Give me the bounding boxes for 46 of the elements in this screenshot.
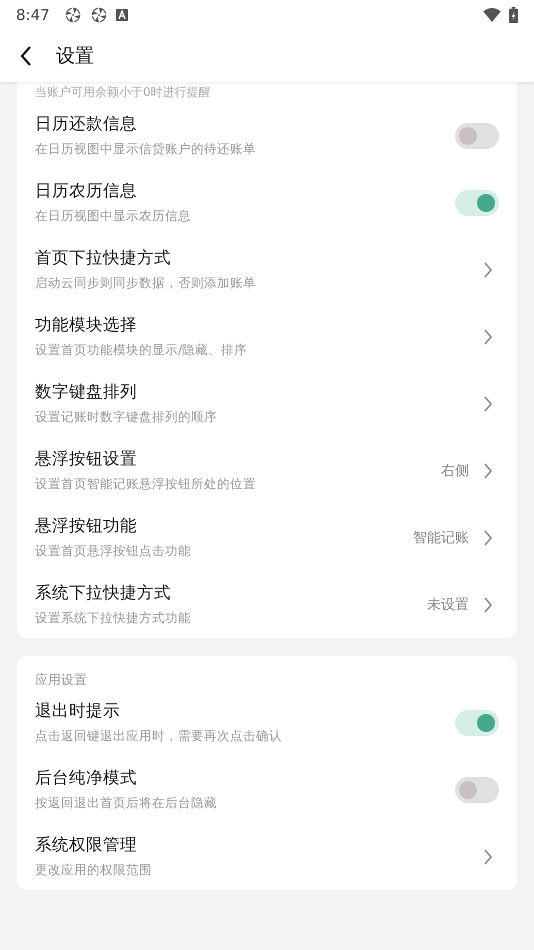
wifi-icon [483, 8, 501, 22]
setting-subtitle: 设置首页功能模块的显示/隐藏、排序 [35, 342, 248, 359]
toggle-switch[interactable] [455, 190, 499, 216]
setting-subtitle: 点击返回键退出应用时，需要再次点击确认 [35, 728, 283, 745]
setting-subtitle: 在日历视图中显示农历信息 [35, 208, 192, 225]
chevron-right-icon[interactable] [483, 596, 493, 614]
back-icon[interactable] [20, 45, 32, 67]
status-time: 8:47 [16, 6, 50, 24]
setting-subtitle: 启动云同步则同步数据，否则添加账单 [35, 275, 257, 292]
section-heading: 应用设置 [35, 673, 87, 688]
setting-subtitle: 设置首页智能记账悬浮按钮所处的位置 [35, 476, 257, 493]
setting-subtitle: 设置记账时数字键盘排列的顺序 [35, 409, 218, 426]
page-title: 设置 [56, 44, 94, 69]
setting-title: 系统下拉快捷方式 [35, 582, 172, 604]
chevron-right-icon[interactable] [483, 394, 493, 412]
setting-title: 退出时提示 [35, 700, 121, 722]
setting-title: 悬浮按钮设置 [35, 448, 138, 470]
setting-subtitle: 在日历视图中显示信贷账户的待还账单 [35, 141, 257, 158]
toggle-switch[interactable] [455, 776, 499, 802]
setting-title: 首页下拉快捷方式 [35, 247, 172, 269]
setting-title: 悬浮按钮功能 [35, 515, 138, 537]
keyboard-icon [116, 9, 128, 21]
chevron-right-icon[interactable] [483, 528, 493, 546]
setting-subtitle: 更改应用的权限范围 [35, 862, 153, 879]
setting-title: 后台纯净模式 [35, 767, 138, 789]
setting-value: 智能记账 [413, 528, 469, 546]
setting-title: 功能模块选择 [35, 314, 138, 336]
setting-title: 数字键盘排列 [35, 381, 138, 403]
battery-icon [509, 7, 518, 23]
setting-title: 日历农历信息 [35, 180, 138, 202]
chevron-right-icon[interactable] [483, 462, 493, 480]
aperture-icon [64, 6, 82, 24]
chevron-right-icon[interactable] [483, 328, 493, 346]
setting-subtitle: 设置首页悬浮按钮点击功能 [35, 543, 192, 560]
setting-value: 未设置 [427, 596, 469, 614]
setting-subtitle: 当账户可用余额小于0时进行提醒 [35, 84, 211, 100]
chevron-right-icon[interactable] [483, 260, 493, 278]
setting-value: 右侧 [441, 462, 469, 480]
setting-title: 日历还款信息 [35, 113, 138, 135]
toggle-switch[interactable] [455, 122, 499, 148]
toggle-switch[interactable] [455, 710, 499, 736]
setting-subtitle: 设置系统下拉快捷方式功能 [35, 610, 192, 627]
setting-title: 系统权限管理 [35, 834, 138, 856]
setting-subtitle: 按返回退出首页后将在后台隐藏 [35, 795, 218, 812]
aperture-icon [90, 6, 108, 24]
chevron-right-icon[interactable] [483, 848, 493, 866]
